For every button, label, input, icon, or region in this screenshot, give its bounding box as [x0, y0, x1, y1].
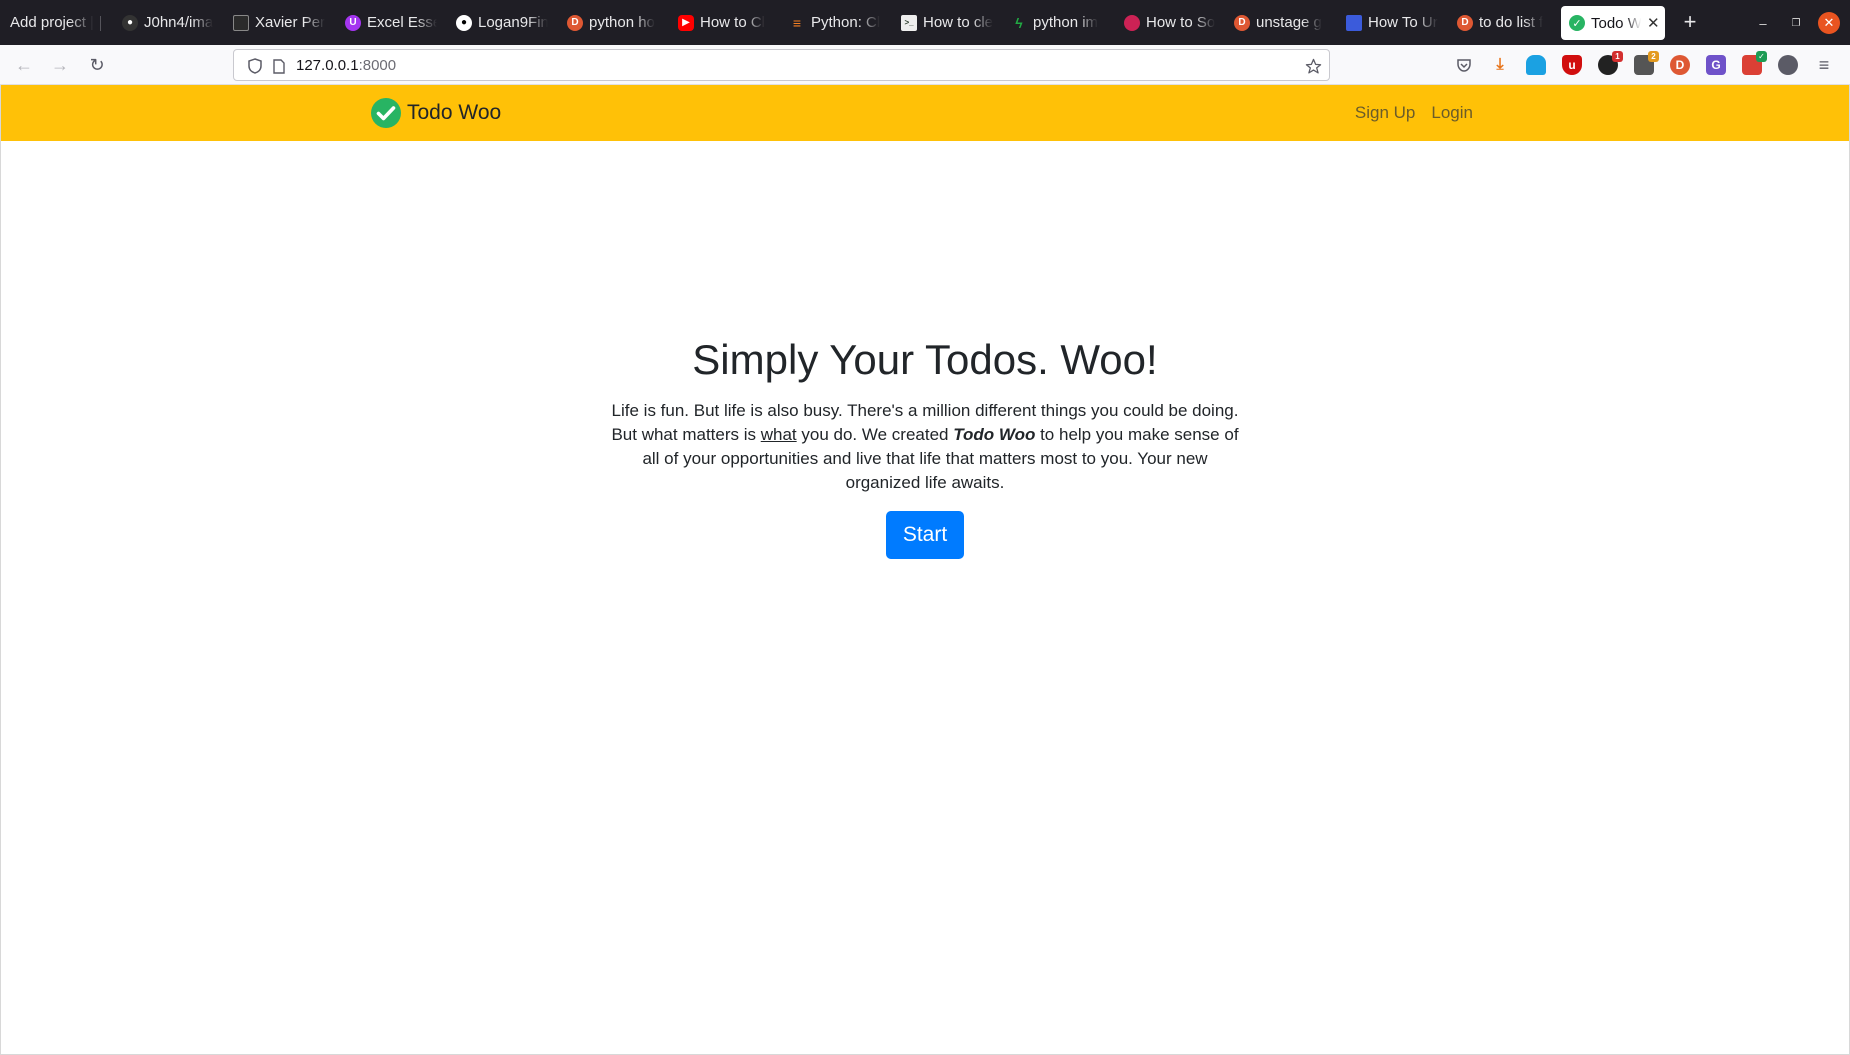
tab-title: unstage g: [1256, 14, 1322, 31]
grammarly-icon[interactable]: G: [1706, 55, 1726, 75]
tab-title: Excel Esse: [367, 14, 437, 31]
browser-tab-strip: Add project | ● J0hn4/ima Xavier Per U E…: [0, 0, 1850, 45]
back-arrow-icon[interactable]: ←: [12, 53, 36, 77]
tab-youtube[interactable]: ▶ How to Cl: [678, 0, 770, 45]
tab-add-project[interactable]: Add project |: [10, 0, 94, 45]
darkreader-icon[interactable]: 1: [1598, 51, 1623, 75]
tab-title: Todo Wo: [1591, 14, 1641, 32]
stackoverflow-icon: ≡: [792, 14, 802, 31]
lightning-icon: ϟ: [1015, 14, 1023, 31]
todoist-icon[interactable]: ✓: [1742, 51, 1767, 75]
tab-separator: [100, 16, 101, 31]
reload-icon[interactable]: ↻: [85, 53, 109, 77]
extension-badge: 2: [1648, 51, 1659, 62]
extension-badge: ✓: [1756, 51, 1767, 62]
brand-link[interactable]: Todo Woo: [370, 97, 501, 129]
hero-section: Simply Your Todos. Woo! Life is fun. But…: [1, 335, 1849, 560]
forward-arrow-icon[interactable]: →: [48, 53, 72, 77]
check-circle-icon: ✓: [1569, 15, 1585, 31]
github-icon: ●: [122, 14, 138, 31]
tab-title: J0hn4/ima: [144, 14, 214, 31]
tab-title: Xavier Per: [255, 14, 325, 31]
profile-icon[interactable]: [1778, 55, 1798, 75]
bookmark-star-icon[interactable]: [1304, 57, 1322, 75]
tab-title: Python: Cl: [811, 14, 881, 31]
signup-link[interactable]: Sign Up: [1355, 103, 1415, 123]
tab-title: How to cle: [923, 14, 993, 31]
close-tab-icon[interactable]: ✕: [1647, 14, 1660, 32]
page-viewport: Todo Woo Sign Up Login Simply Your Todos…: [0, 85, 1850, 1055]
duckduckgo-icon: D: [1234, 14, 1250, 31]
tab-title: Logan9Fin: [478, 14, 548, 31]
duckduckgo-icon: D: [567, 14, 583, 31]
tab-excel-essentials[interactable]: U Excel Esse: [345, 0, 437, 45]
ghostery-icon[interactable]: [1526, 55, 1546, 75]
ublock-icon[interactable]: u: [1562, 55, 1582, 75]
check-circle-icon: [371, 98, 401, 128]
tab-python-ho[interactable]: D python ho: [567, 0, 659, 45]
gem-icon: [1124, 14, 1140, 31]
youtube-icon: ▶: [678, 14, 694, 31]
page-icon: [270, 57, 288, 75]
tab-how-to-ur[interactable]: How To Ur: [1346, 0, 1438, 45]
url-host: 127.0.0.1: [296, 57, 359, 74]
restore-window-button[interactable]: ❐: [1785, 12, 1807, 34]
duckduckgo-icon: D: [1457, 14, 1473, 31]
address-bar[interactable]: 127.0.0.1:8000: [233, 49, 1330, 81]
github-icon: ●: [456, 14, 472, 31]
udemy-icon: U: [345, 14, 361, 31]
start-button[interactable]: Start: [885, 511, 965, 560]
url-port: :8000: [358, 57, 397, 74]
duckduckgo-icon[interactable]: D: [1670, 55, 1690, 75]
tab-unstage[interactable]: D unstage g: [1234, 0, 1326, 45]
tab-how-to-solve[interactable]: How to So: [1124, 0, 1216, 45]
login-link[interactable]: Login: [1431, 103, 1473, 123]
hero-title: Simply Your Todos. Woo!: [692, 336, 1158, 383]
hero-text-underline: what: [760, 425, 797, 445]
terminal-icon: >_: [901, 14, 917, 31]
hero-text-brand: Todo Woo: [953, 425, 1036, 445]
site-nav-links: Sign Up Login: [1339, 85, 1473, 141]
tab-logan9[interactable]: ● Logan9Fin: [456, 0, 548, 45]
browser-toolbar: ← → ↻ 127.0.0.1:8000 ⤓ u 1 2 D G ✓ ≡: [0, 45, 1850, 85]
tab-python-im[interactable]: ϟ python im: [1011, 0, 1103, 45]
tab-to-do-list[interactable]: D to do list f: [1457, 0, 1549, 45]
extension-badge: 1: [1612, 51, 1623, 62]
download-icon[interactable]: ⤓: [1490, 55, 1510, 75]
tab-title: How to So: [1146, 14, 1216, 31]
hamburger-menu-icon[interactable]: ≡: [1814, 55, 1834, 75]
tampermonkey-icon[interactable]: 2: [1634, 51, 1659, 75]
tab-title: python im: [1033, 14, 1099, 31]
new-tab-button[interactable]: +: [1678, 10, 1702, 34]
tab-title: to do list f: [1479, 14, 1544, 31]
hero-description: Life is fun. But life is also busy. Ther…: [605, 399, 1245, 495]
tab-stackoverflow[interactable]: ≡ Python: Cl: [789, 0, 881, 45]
pocket-icon[interactable]: [1454, 55, 1474, 75]
tab-title: How to Cl: [700, 14, 766, 31]
article-icon: [1346, 14, 1362, 31]
hero-text-part: you do. We created: [796, 425, 954, 445]
monitor-icon: [233, 14, 249, 31]
tab-xavier[interactable]: Xavier Per: [233, 0, 325, 45]
tab-github-j0hn4[interactable]: ● J0hn4/ima: [122, 0, 214, 45]
tab-todo-woo-active[interactable]: ✓ Todo Wo ✕: [1561, 6, 1665, 40]
close-window-button[interactable]: ✕: [1818, 12, 1840, 34]
tab-title: How To Ur: [1368, 14, 1438, 31]
brand-name: Todo Woo: [407, 101, 502, 124]
tab-how-to-clear[interactable]: >_ How to cle: [901, 0, 993, 45]
url-text[interactable]: 127.0.0.1:8000: [296, 57, 396, 74]
tab-title: python ho: [589, 14, 655, 31]
minimize-window-button[interactable]: –: [1752, 12, 1774, 34]
shield-icon[interactable]: [246, 57, 264, 75]
tab-title: Add project |: [10, 14, 94, 31]
site-navbar: Todo Woo Sign Up Login: [1, 85, 1849, 141]
